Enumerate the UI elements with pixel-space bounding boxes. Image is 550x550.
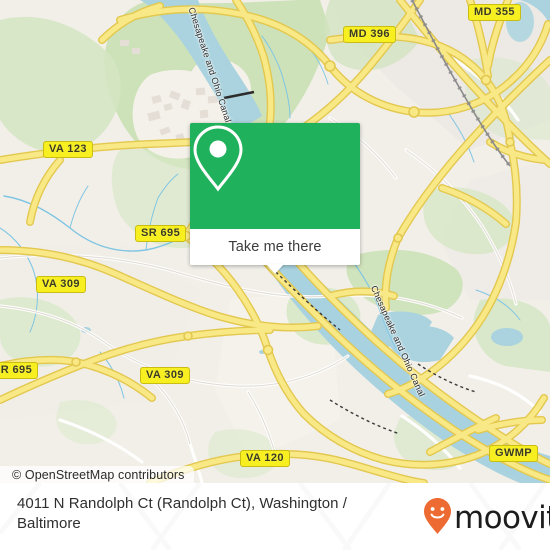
road-shield-sr-695-upper: SR 695 — [135, 225, 187, 242]
popup-pin-area — [190, 123, 360, 229]
road-shield-va-309-upper: VA 309 — [36, 276, 86, 293]
road-shield-md-396: MD 396 — [343, 26, 396, 43]
map-share-card: Chesapeake and Ohio Canal Chesapeake and… — [0, 0, 550, 550]
map-canvas[interactable]: Chesapeake and Ohio Canal Chesapeake and… — [0, 0, 550, 483]
location-popup-card[interactable]: Take me there — [190, 123, 360, 274]
osm-attribution[interactable]: © OpenStreetMap contributors — [0, 466, 194, 483]
take-me-there-label: Take me there — [228, 239, 322, 255]
moovit-pin-smiley-icon — [424, 498, 451, 539]
road-shield-va-123: VA 123 — [43, 141, 93, 158]
road-shield-sr-695-lower: SR 695 — [0, 362, 39, 379]
road-shield-md-355: MD 355 — [468, 4, 521, 21]
address-text: 4011 N Randolph Ct (Randolph Ct), Washin… — [17, 495, 347, 532]
road-shield-gwmp: GWMP — [489, 445, 539, 462]
road-shield-va-309-lower: VA 309 — [140, 367, 190, 384]
take-me-there-button[interactable]: Take me there — [190, 229, 360, 265]
popup-tail-pointer — [266, 264, 284, 274]
road-shield-va-120: VA 120 — [240, 450, 290, 467]
moovit-wordmark: moovit — [454, 500, 550, 536]
moovit-logo[interactable]: moovit — [424, 498, 550, 539]
